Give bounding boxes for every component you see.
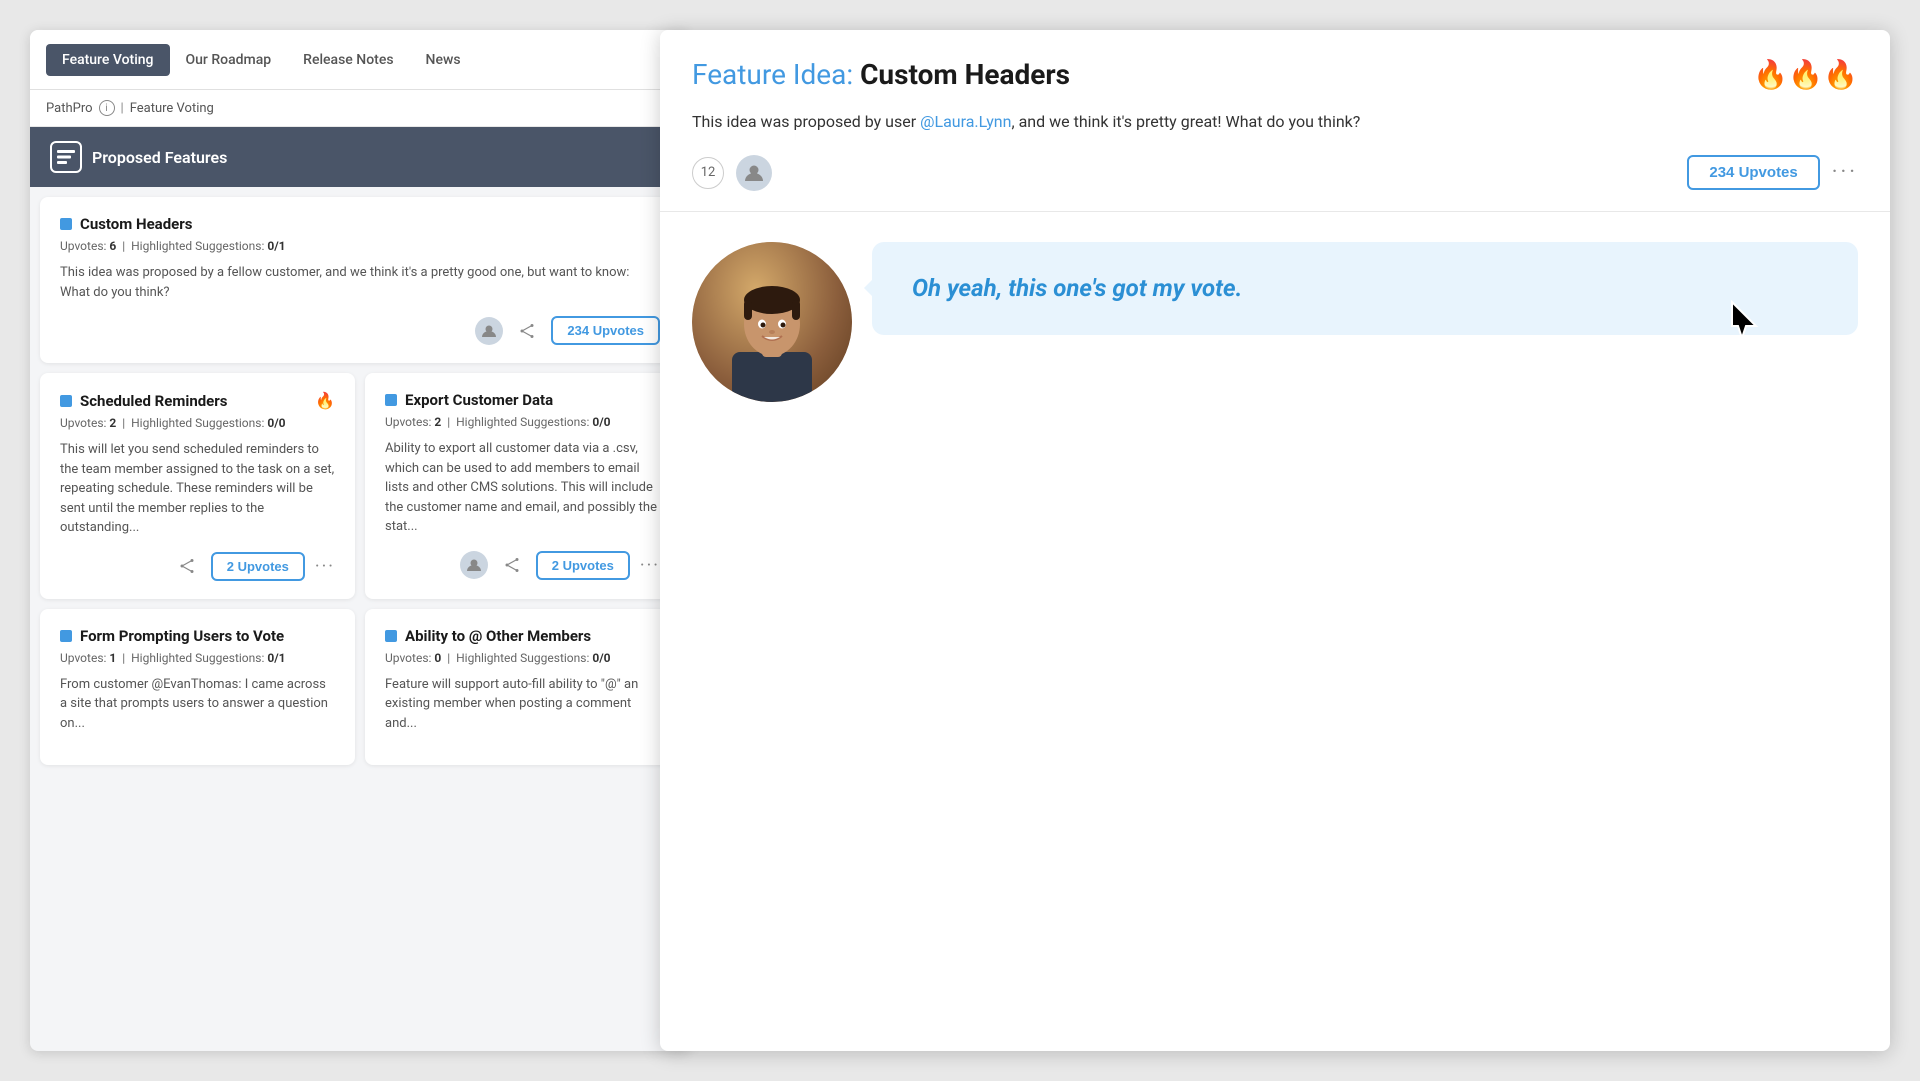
fire-icons: 🔥🔥🔥 [1753,58,1858,91]
feature-title-scheduled-reminders: Scheduled Reminders 🔥 [60,391,335,410]
highlighted-label: Highlighted Suggestions: [131,239,267,253]
share-button-custom-headers[interactable] [513,317,541,345]
feature-meta-form-prompting: Upvotes: 1 | Highlighted Suggestions: 0/… [60,651,335,665]
testimonial-area: Oh yeah, this one's got my vote. [660,212,1890,432]
feature-meta-export: Upvotes: 2 | Highlighted Suggestions: 0/… [385,415,660,429]
mention-link[interactable]: @Laura.Lynn [920,112,1011,131]
two-col-cards: Scheduled Reminders 🔥 Upvotes: 2 | Highl… [40,373,680,599]
section-header: Proposed Features [30,127,690,187]
detail-title-text: Feature Idea: Custom Headers [692,58,1070,91]
blue-square-icon [385,630,397,642]
feature-actions-custom-headers: 234 Upvotes [60,316,660,345]
more-button-export[interactable]: ··· [640,555,660,576]
blue-square-icon [60,395,72,407]
feature-desc-scheduled-reminders: This will let you send scheduled reminde… [60,440,335,538]
tab-our-roadmap[interactable]: Our Roadmap [170,44,288,76]
feature-desc-export: Ability to export all customer data via … [385,439,660,537]
upvote-button-scheduled[interactable]: 2 Upvotes [211,552,305,581]
cursor-indicator [1728,300,1760,344]
blue-square-icon [385,394,397,406]
feature-desc-at-members: Feature will support auto-fill ability t… [385,675,660,734]
feature-card-export-customer-data: Export Customer Data Upvotes: 2 | Highli… [365,373,680,599]
share-button-scheduled[interactable] [173,552,201,580]
content-area[interactable]: Custom Headers Upvotes: 6 | Highlighted … [30,187,690,1051]
detail-upvote-button[interactable]: 234 Upvotes [1687,155,1819,190]
feature-card-at-members: Ability to @ Other Members Upvotes: 0 | … [365,609,680,766]
upvote-button-custom-headers[interactable]: 234 Upvotes [551,316,660,345]
feature-title-custom-headers: Custom Headers [60,215,660,233]
feature-desc-custom-headers: This idea was proposed by a fellow custo… [60,263,660,302]
main-panel: Feature Voting Our Roadmap Release Notes… [30,30,690,1051]
detail-description: This idea was proposed by user @Laura.Ly… [692,109,1858,135]
tab-feature-voting[interactable]: Feature Voting [46,44,170,76]
feature-actions-scheduled: 2 Upvotes ··· [60,552,335,581]
person-illustration [712,272,832,402]
avatar-export [460,551,488,579]
share-button-export[interactable] [498,551,526,579]
nav-tabs: Feature Voting Our Roadmap Release Notes… [30,30,690,90]
section-header-icon [50,141,82,173]
tab-news[interactable]: News [410,44,477,76]
highlighted-value: 0/1 [267,239,285,253]
feature-title-at-members: Ability to @ Other Members [385,627,660,645]
speech-bubble: Oh yeah, this one's got my vote. [872,242,1858,336]
upvotes-label: Upvotes: [60,239,109,253]
detail-more-button[interactable]: ··· [1832,160,1858,185]
avatar-testimonial [692,242,852,402]
detail-footer: 12 234 Upvotes ··· [692,155,1858,191]
detail-panel: Feature Idea: Custom Headers 🔥🔥🔥 This id… [660,30,1890,1051]
blue-square-icon [60,630,72,642]
blue-square-icon [60,218,72,230]
testimonial-text: Oh yeah, this one's got my vote. [912,272,1242,306]
feature-meta-at-members: Upvotes: 0 | Highlighted Suggestions: 0/… [385,651,660,665]
upvote-label: Upvotes [593,323,644,338]
avatar-inner [692,242,852,402]
avatar-custom-headers [475,317,503,345]
feature-card-custom-headers: Custom Headers Upvotes: 6 | Highlighted … [40,197,680,363]
feature-meta-scheduled-reminders: Upvotes: 2 | Highlighted Suggestions: 0/… [60,416,335,430]
detail-title-blue: Feature Idea: [692,58,853,91]
breadcrumb-product: PathPro [46,101,93,116]
feature-title-form-prompting: Form Prompting Users to Vote [60,627,335,645]
more-button-scheduled[interactable]: ··· [315,556,335,577]
upvotes-value: 6 [109,239,116,253]
upvote-button-export[interactable]: 2 Upvotes [536,551,630,580]
feature-card-form-prompting: Form Prompting Users to Vote Upvotes: 1 … [40,609,355,766]
info-icon: i [99,100,115,116]
breadcrumb: PathPro i | Feature Voting [30,90,690,127]
detail-header: Feature Idea: Custom Headers 🔥🔥🔥 This id… [660,30,1890,212]
breadcrumb-separator: | [121,101,124,116]
section-title: Proposed Features [92,148,227,167]
tab-release-notes[interactable]: Release Notes [287,44,409,76]
cursor-arrow [1728,300,1760,340]
flame-icon: 🔥 [315,391,335,410]
avatar-detail [736,155,772,191]
detail-title-black: Custom Headers [860,58,1070,91]
feature-meta-custom-headers: Upvotes: 6 | Highlighted Suggestions: 0/… [60,239,660,253]
feature-desc-form-prompting: From customer @EvanThomas: I came across… [60,675,335,734]
feature-title-export: Export Customer Data [385,391,660,409]
breadcrumb-section: Feature Voting [130,101,214,116]
feature-actions-export: 2 Upvotes ··· [385,551,660,580]
feature-card-scheduled-reminders: Scheduled Reminders 🔥 Upvotes: 2 | Highl… [40,373,355,599]
comment-count-badge: 12 [692,157,724,189]
detail-title: Feature Idea: Custom Headers 🔥🔥🔥 [692,58,1858,91]
two-col-cards-bottom: Form Prompting Users to Vote Upvotes: 1 … [40,609,680,766]
